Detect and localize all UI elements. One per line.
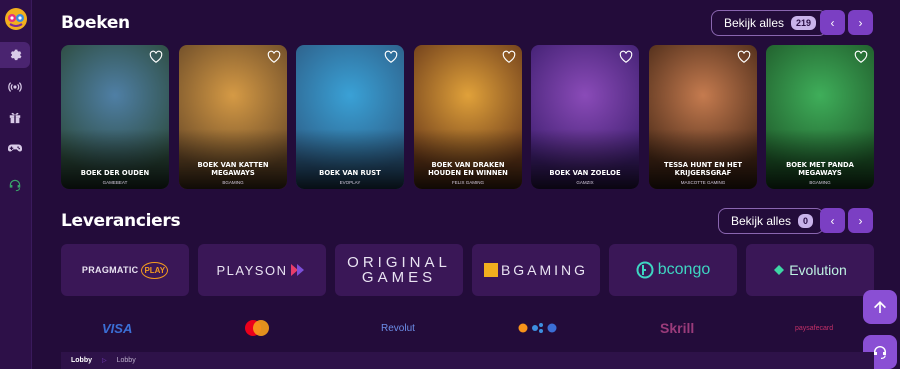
game-provider: Gamebeat <box>102 180 128 185</box>
mastercard-logo-icon <box>245 320 269 336</box>
breadcrumb: Lobby ▷ Lobby <box>61 352 874 369</box>
providers-next-button[interactable]: › <box>848 208 873 233</box>
headset-icon <box>874 346 886 359</box>
game-provider: BGaming <box>222 180 244 185</box>
providers-section-title: Leveranciers <box>61 211 181 231</box>
provider-tile-playson[interactable]: PLAYSON <box>198 244 326 296</box>
sidebar-item-support[interactable] <box>0 172 30 198</box>
games-view-all-button[interactable]: Bekijk alles 219 <box>711 10 828 36</box>
payment-revolut: Revolut <box>381 320 415 336</box>
games-next-button[interactable]: › <box>848 10 873 35</box>
breadcrumb-current: Lobby <box>116 357 136 364</box>
payment-visa: VISA <box>102 320 132 336</box>
arrow-up-icon <box>874 301 886 313</box>
playson-logo-icon <box>291 264 305 276</box>
provider-tile-pragmatic-play[interactable]: PRAGMATIC PLAY <box>61 244 189 296</box>
game-title: Boek van Draken Houden en Winnen <box>428 161 508 177</box>
providers-count-badge: 0 <box>798 214 814 228</box>
sidebar-item-settings[interactable] <box>0 42 30 68</box>
games-prev-button[interactable]: ‹ <box>820 10 845 35</box>
game-title: Boek met Panda Megaways <box>786 161 854 177</box>
visa-logo: VISA <box>102 320 133 336</box>
favorite-heart-icon[interactable] <box>737 50 751 64</box>
game-provider: Mascotte Gaming <box>680 180 726 185</box>
sidebar-item-games[interactable] <box>0 135 30 161</box>
providers-prev-button[interactable]: ‹ <box>820 208 845 233</box>
game-card[interactable]: Boek met Panda Megaways BGaming <box>766 45 874 189</box>
revolut-logo: Revolut <box>381 322 415 334</box>
game-provider: Gamzix <box>576 180 594 185</box>
breadcrumb-separator-icon: ▷ <box>102 358 107 364</box>
favorite-heart-icon[interactable] <box>384 50 398 64</box>
crypto-coins-icon <box>518 323 557 333</box>
game-card[interactable]: Boek van Rust Evoplay <box>296 45 404 189</box>
game-card[interactable]: Boek van Zoeloe Gamzix <box>531 45 639 189</box>
sidebar-item-live[interactable] <box>0 74 30 100</box>
payment-skrill: Skrill <box>660 320 694 336</box>
live-signal-icon <box>8 82 22 92</box>
scroll-to-top-button[interactable] <box>863 290 897 324</box>
game-provider: Felix Gaming <box>451 180 484 185</box>
games-count-badge: 219 <box>791 16 817 30</box>
game-title: Boek van Zoeloe <box>549 169 621 177</box>
game-title: Boek van Rust <box>319 169 381 177</box>
favorite-heart-icon[interactable] <box>267 50 281 64</box>
provider-name-line2: GAMES <box>361 269 437 286</box>
game-card[interactable]: Boek van Draken Houden en Winnen Felix G… <box>414 45 522 189</box>
provider-name-badge: PLAY <box>141 261 169 279</box>
skrill-logo: Skrill <box>660 320 695 336</box>
paysafecard-logo: paysafecard <box>795 324 834 332</box>
favorite-heart-icon[interactable] <box>854 50 868 64</box>
bgaming-logo-icon <box>483 263 498 277</box>
game-card[interactable]: Boek van Katten Megaways BGaming <box>179 45 287 189</box>
game-card[interactable]: Boek der Ouden Gamebeat <box>61 45 169 189</box>
evolution-logo-icon <box>774 265 785 275</box>
provider-tile-original-games[interactable]: ORIGINAL GAMES <box>335 244 463 296</box>
providers-view-all-button[interactable]: Bekijk alles 0 <box>718 208 825 234</box>
provider-name: Evolution <box>789 262 847 278</box>
favorite-heart-icon[interactable] <box>149 50 163 64</box>
favorite-heart-icon[interactable] <box>502 50 516 64</box>
provider-name: PRAGMATIC <box>81 265 139 275</box>
gear-icon <box>10 49 22 61</box>
game-title: Boek der Ouden <box>80 169 150 177</box>
game-title: Tessa Hunt en het Krijgersgraf <box>664 161 742 177</box>
provider-name: bcongo <box>657 261 711 278</box>
breadcrumb-lobby-link[interactable]: Lobby <box>71 357 92 364</box>
game-card[interactable]: Tessa Hunt en het Krijgersgraf Mascotte … <box>649 45 757 189</box>
payment-mastercard <box>243 320 271 336</box>
provider-name: BGAMING <box>500 262 589 278</box>
favorite-heart-icon[interactable] <box>619 50 633 64</box>
gamepad-icon <box>8 144 22 152</box>
gift-icon <box>9 112 21 124</box>
provider-name: PLAYSON <box>216 262 288 278</box>
headset-icon <box>9 179 21 192</box>
payment-paysafecard: paysafecard <box>795 320 833 336</box>
game-provider: BGaming <box>809 180 831 185</box>
payment-crypto <box>517 320 559 336</box>
sidebar <box>0 0 32 369</box>
view-all-label: Bekijk alles <box>724 16 785 30</box>
provider-tile-evolution[interactable]: Evolution <box>746 244 874 296</box>
provider-name: ORIGINAL <box>347 254 451 271</box>
games-section-title: Boeken <box>61 13 130 33</box>
sidebar-item-promotions[interactable] <box>0 104 30 130</box>
booongo-logo-icon <box>636 261 654 279</box>
provider-tile-booongo[interactable]: bcongo <box>609 244 737 296</box>
view-all-label: Bekijk alles <box>731 214 792 228</box>
casino-logo[interactable] <box>3 6 29 32</box>
provider-tile-bgaming[interactable]: BGAMING <box>472 244 600 296</box>
game-title: Boek van Katten Megaways <box>197 161 269 177</box>
game-provider: Evoplay <box>339 180 361 185</box>
